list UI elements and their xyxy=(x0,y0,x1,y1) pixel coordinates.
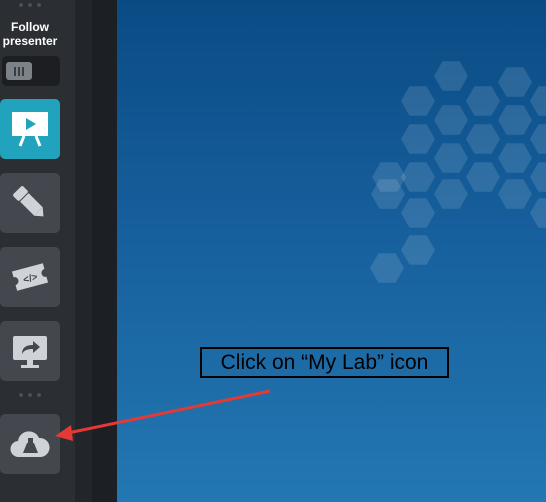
share-screen-icon xyxy=(13,336,47,368)
hexagon-shape xyxy=(498,105,532,135)
hexagon-shape xyxy=(466,86,500,116)
follow-presenter-toggle[interactable] xyxy=(2,56,60,86)
drag-handle-bottom[interactable] xyxy=(0,393,60,401)
hexagon-pattern xyxy=(370,61,546,283)
code-ticket-icon: </> xyxy=(11,263,49,291)
presentation-icon xyxy=(12,112,48,147)
callout-text: Click on “My Lab” icon xyxy=(220,350,429,374)
tool-sidebar: Follow presenter </> xyxy=(0,0,75,502)
hexagon-shape xyxy=(434,179,468,209)
hexagon-shape xyxy=(401,198,435,228)
hexagon-shape xyxy=(530,198,546,228)
hexagon-shape xyxy=(370,253,404,283)
my-lab-icon xyxy=(10,431,50,458)
hexagon-shape xyxy=(498,143,532,173)
hexagon-shape xyxy=(434,143,468,173)
hexagon-shape xyxy=(498,179,532,209)
pen-icon xyxy=(13,186,44,217)
hexagon-shape xyxy=(530,86,546,116)
hexagon-shape xyxy=(530,162,546,192)
sidebar-gutter-strip xyxy=(92,0,117,502)
hexagon-shape xyxy=(401,162,435,192)
hexagon-shape xyxy=(434,61,468,91)
toggle-knob xyxy=(6,62,32,80)
hexagon-shape xyxy=(401,86,435,116)
hexagon-shape xyxy=(466,124,500,154)
my-lab-button[interactable] xyxy=(0,414,60,474)
presentation-canvas xyxy=(117,0,546,502)
hexagon-shape xyxy=(401,235,435,265)
hexagon-shape xyxy=(530,124,546,154)
presentation-button[interactable] xyxy=(0,99,60,159)
share-screen-button[interactable] xyxy=(0,321,60,381)
pen-button[interactable] xyxy=(0,173,60,233)
drag-handle-top[interactable] xyxy=(0,3,60,11)
hexagon-shape xyxy=(498,67,532,97)
callout-box: Click on “My Lab” icon xyxy=(200,347,449,378)
hexagon-shape xyxy=(434,105,468,135)
follow-presenter-label: Follow presenter xyxy=(2,20,58,48)
hexagon-shape xyxy=(466,162,500,192)
app-window: Follow presenter </> Click on “My Lab” i… xyxy=(0,0,546,502)
hexagon-shape xyxy=(401,124,435,154)
code-button[interactable]: </> xyxy=(0,247,60,307)
